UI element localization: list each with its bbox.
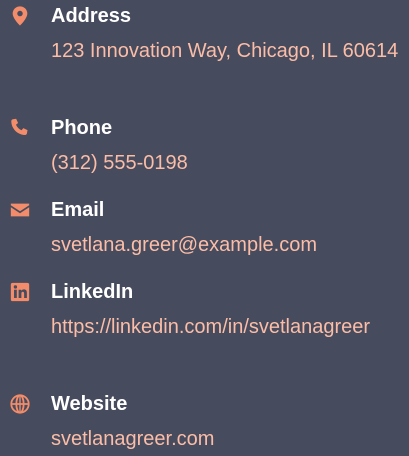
map-pin-icon	[9, 5, 31, 27]
phone-label: Phone	[51, 117, 113, 139]
globe-icon	[9, 393, 31, 415]
linkedin-label: LinkedIn	[51, 281, 134, 303]
contact-item-phone: Phone (312) 555-0198	[0, 114, 409, 180]
contact-item-email: Email svetlana.greer@example.com	[0, 196, 409, 262]
address-label: Address	[51, 5, 132, 27]
contact-item-website: Website svetlanagreer.com	[0, 390, 409, 456]
linkedin-icon	[9, 281, 31, 303]
linkedin-value[interactable]: https://linkedin.com/in/svetlanagreer	[51, 312, 401, 343]
address-value: 123 Innovation Way, Chicago, IL 60614	[51, 40, 399, 62]
contact-item-address: Address 123 Innovation Way, Chicago, IL …	[0, 2, 409, 98]
contact-item-linkedin: LinkedIn https://linkedin.com/in/svetlan…	[0, 278, 409, 374]
website-value[interactable]: svetlanagreer.com	[51, 424, 401, 455]
email-label: Email	[51, 199, 105, 221]
envelope-icon	[9, 199, 31, 221]
phone-icon	[9, 117, 31, 139]
website-label: Website	[51, 393, 128, 415]
email-value[interactable]: svetlana.greer@example.com	[51, 230, 401, 261]
contact-list: Address 123 Innovation Way, Chicago, IL …	[0, 0, 409, 450]
phone-value[interactable]: (312) 555-0198	[51, 148, 401, 179]
